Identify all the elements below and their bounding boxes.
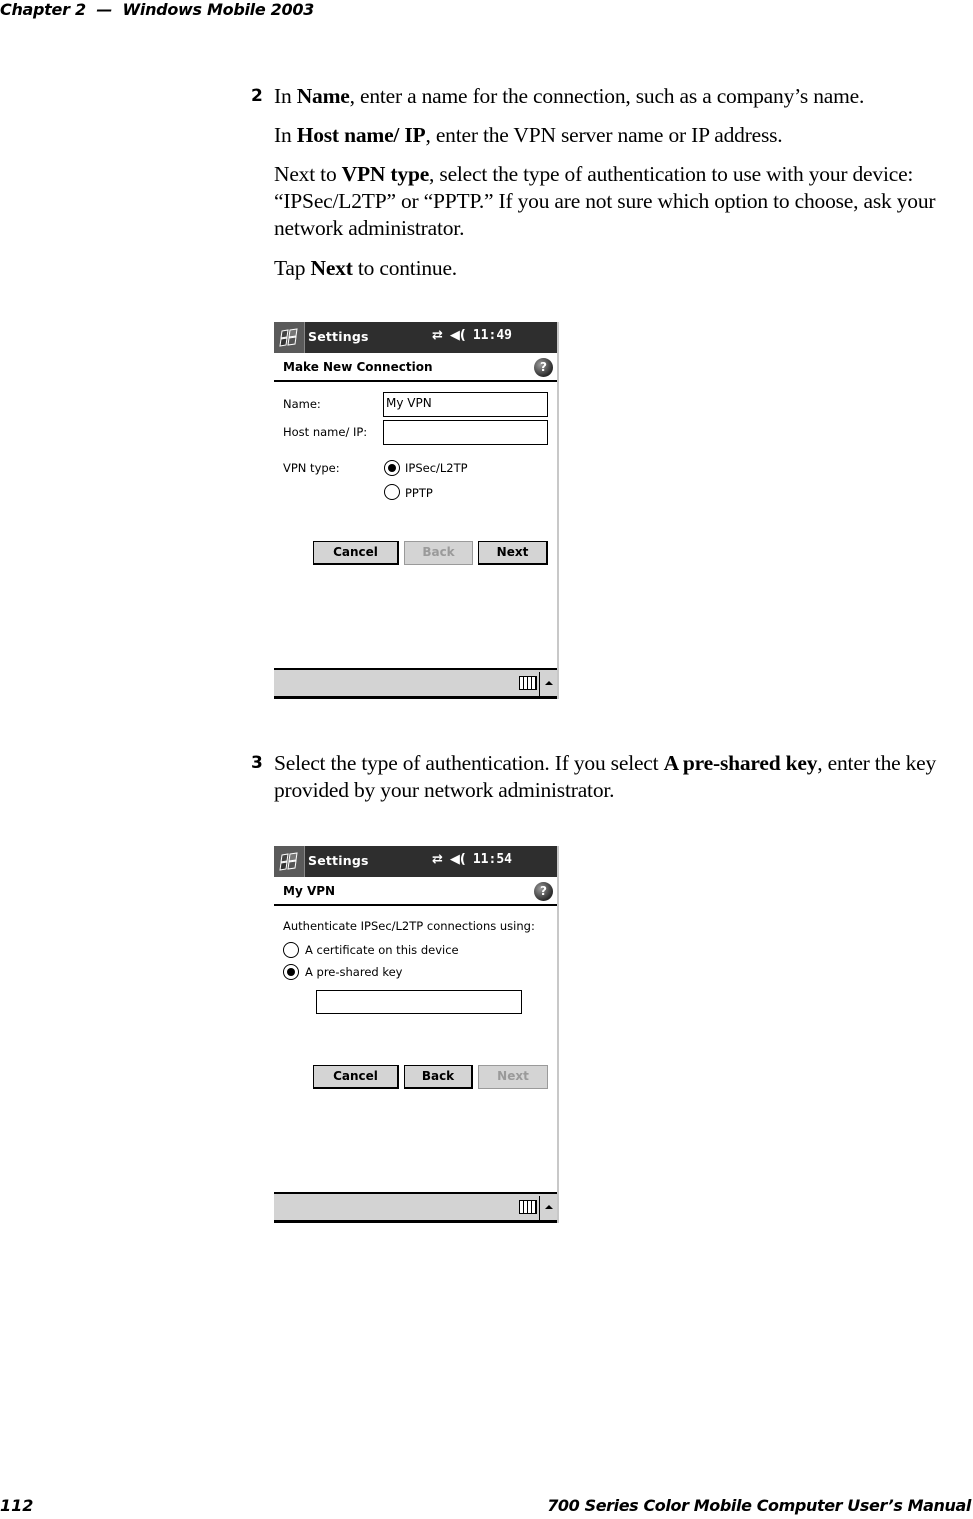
text: , enter a name for the connection, such … bbox=[349, 84, 865, 108]
step2-paragraph-4: Tap Next to continue. bbox=[274, 255, 964, 282]
text: to continue. bbox=[352, 256, 457, 280]
back-button[interactable]: Back bbox=[404, 1065, 473, 1089]
help-icon[interactable]: ? bbox=[534, 882, 553, 901]
step3-paragraph-1: Select the type of authentication. If yo… bbox=[274, 750, 964, 804]
pre-shared-key-input[interactable] bbox=[316, 990, 522, 1014]
vpn-type-label: VPN type: bbox=[283, 461, 340, 475]
input-menu-arrow-icon[interactable] bbox=[545, 1205, 553, 1209]
step2-paragraph-1: In Name, enter a name for the connection… bbox=[274, 83, 964, 110]
start-button[interactable] bbox=[274, 846, 305, 877]
help-icon[interactable]: ? bbox=[534, 358, 553, 377]
host-input[interactable] bbox=[383, 420, 548, 445]
step2-paragraph-3: Next to VPN type, select the type of aut… bbox=[274, 161, 964, 242]
name-input[interactable]: My VPN bbox=[383, 392, 548, 417]
start-button[interactable] bbox=[274, 322, 305, 353]
auth-prompt: Authenticate IPSec/L2TP connections usin… bbox=[283, 919, 535, 933]
manual-title: 700 Series Color Mobile Computer User’s … bbox=[547, 1496, 971, 1515]
windows-flag-icon bbox=[279, 327, 298, 347]
clock[interactable]: 11:54 bbox=[473, 852, 512, 867]
connectivity-icon[interactable]: ⇄ bbox=[432, 328, 443, 343]
screenshot-my-vpn: Settings ⇄ ◀( 11:54 My VPN ? Authenticat… bbox=[274, 846, 559, 1223]
windows-flag-icon bbox=[279, 851, 298, 871]
page-number: 112 bbox=[0, 1496, 34, 1515]
divider bbox=[539, 672, 540, 696]
screen-title: My VPN bbox=[283, 884, 336, 898]
term-next: Next bbox=[310, 256, 353, 280]
cancel-button[interactable]: Cancel bbox=[313, 541, 399, 565]
text: , enter the VPN server name or IP addres… bbox=[425, 123, 783, 147]
connectivity-icon[interactable]: ⇄ bbox=[432, 852, 443, 867]
divider bbox=[539, 1196, 540, 1220]
next-button[interactable]: Next bbox=[478, 541, 548, 565]
input-menu-arrow-icon[interactable] bbox=[545, 681, 553, 685]
title-bar: Settings ⇄ ◀( 11:49 bbox=[274, 322, 557, 353]
host-label: Host name/ IP: bbox=[283, 425, 368, 439]
keyboard-icon[interactable] bbox=[519, 1200, 537, 1214]
term-pre-shared-key: A pre-shared key bbox=[663, 751, 818, 775]
clock[interactable]: 11:49 bbox=[473, 328, 512, 343]
status-area: ⇄ ◀( 11:54 bbox=[432, 852, 512, 867]
text: Select the type of authentication. If yo… bbox=[274, 751, 664, 775]
next-button[interactable]: Next bbox=[478, 1065, 548, 1089]
title-bar: Settings ⇄ ◀( 11:54 bbox=[274, 846, 557, 877]
app-title: Settings bbox=[308, 329, 369, 344]
text: In bbox=[274, 123, 297, 147]
step-number: 3 bbox=[251, 753, 263, 773]
speaker-icon[interactable]: ◀( bbox=[450, 852, 466, 867]
term-vpn-type: VPN type bbox=[341, 162, 430, 186]
subheader: My VPN ? bbox=[274, 877, 557, 906]
term-host-name: Host name/ IP bbox=[296, 123, 426, 147]
radio-certificate-label[interactable]: A certificate on this device bbox=[305, 943, 459, 957]
radio-ipsec-l2tp[interactable] bbox=[384, 460, 400, 476]
running-header: Chapter 2 — Windows Mobile 2003 bbox=[0, 0, 314, 19]
radio-certificate[interactable] bbox=[283, 942, 299, 958]
radio-ipsec-l2tp-label[interactable]: IPSec/L2TP bbox=[405, 461, 468, 475]
radio-pre-shared-key-label[interactable]: A pre-shared key bbox=[305, 965, 403, 979]
radio-pre-shared-key[interactable] bbox=[283, 964, 299, 980]
screen-title: Make New Connection bbox=[283, 360, 433, 374]
text: Next to bbox=[274, 162, 342, 186]
name-label: Name: bbox=[283, 397, 321, 411]
cancel-button[interactable]: Cancel bbox=[313, 1065, 399, 1089]
screenshot-make-new-connection: Settings ⇄ ◀( 11:49 Make New Connection … bbox=[274, 322, 559, 699]
app-title: Settings bbox=[308, 853, 369, 868]
back-button[interactable]: Back bbox=[404, 541, 473, 565]
step2-paragraph-2: In Host name/ IP, enter the VPN server n… bbox=[274, 122, 964, 149]
radio-pptp-label[interactable]: PPTP bbox=[405, 486, 433, 500]
menu-bar bbox=[274, 1192, 557, 1223]
menu-bar bbox=[274, 668, 557, 699]
step-number: 2 bbox=[251, 86, 263, 106]
keyboard-icon[interactable] bbox=[519, 676, 537, 690]
radio-pptp[interactable] bbox=[384, 484, 400, 500]
speaker-icon[interactable]: ◀( bbox=[450, 328, 466, 343]
text: In bbox=[274, 84, 297, 108]
text: Tap bbox=[274, 256, 311, 280]
status-area: ⇄ ◀( 11:49 bbox=[432, 328, 512, 343]
term-name: Name bbox=[296, 84, 350, 108]
subheader: Make New Connection ? bbox=[274, 353, 557, 382]
